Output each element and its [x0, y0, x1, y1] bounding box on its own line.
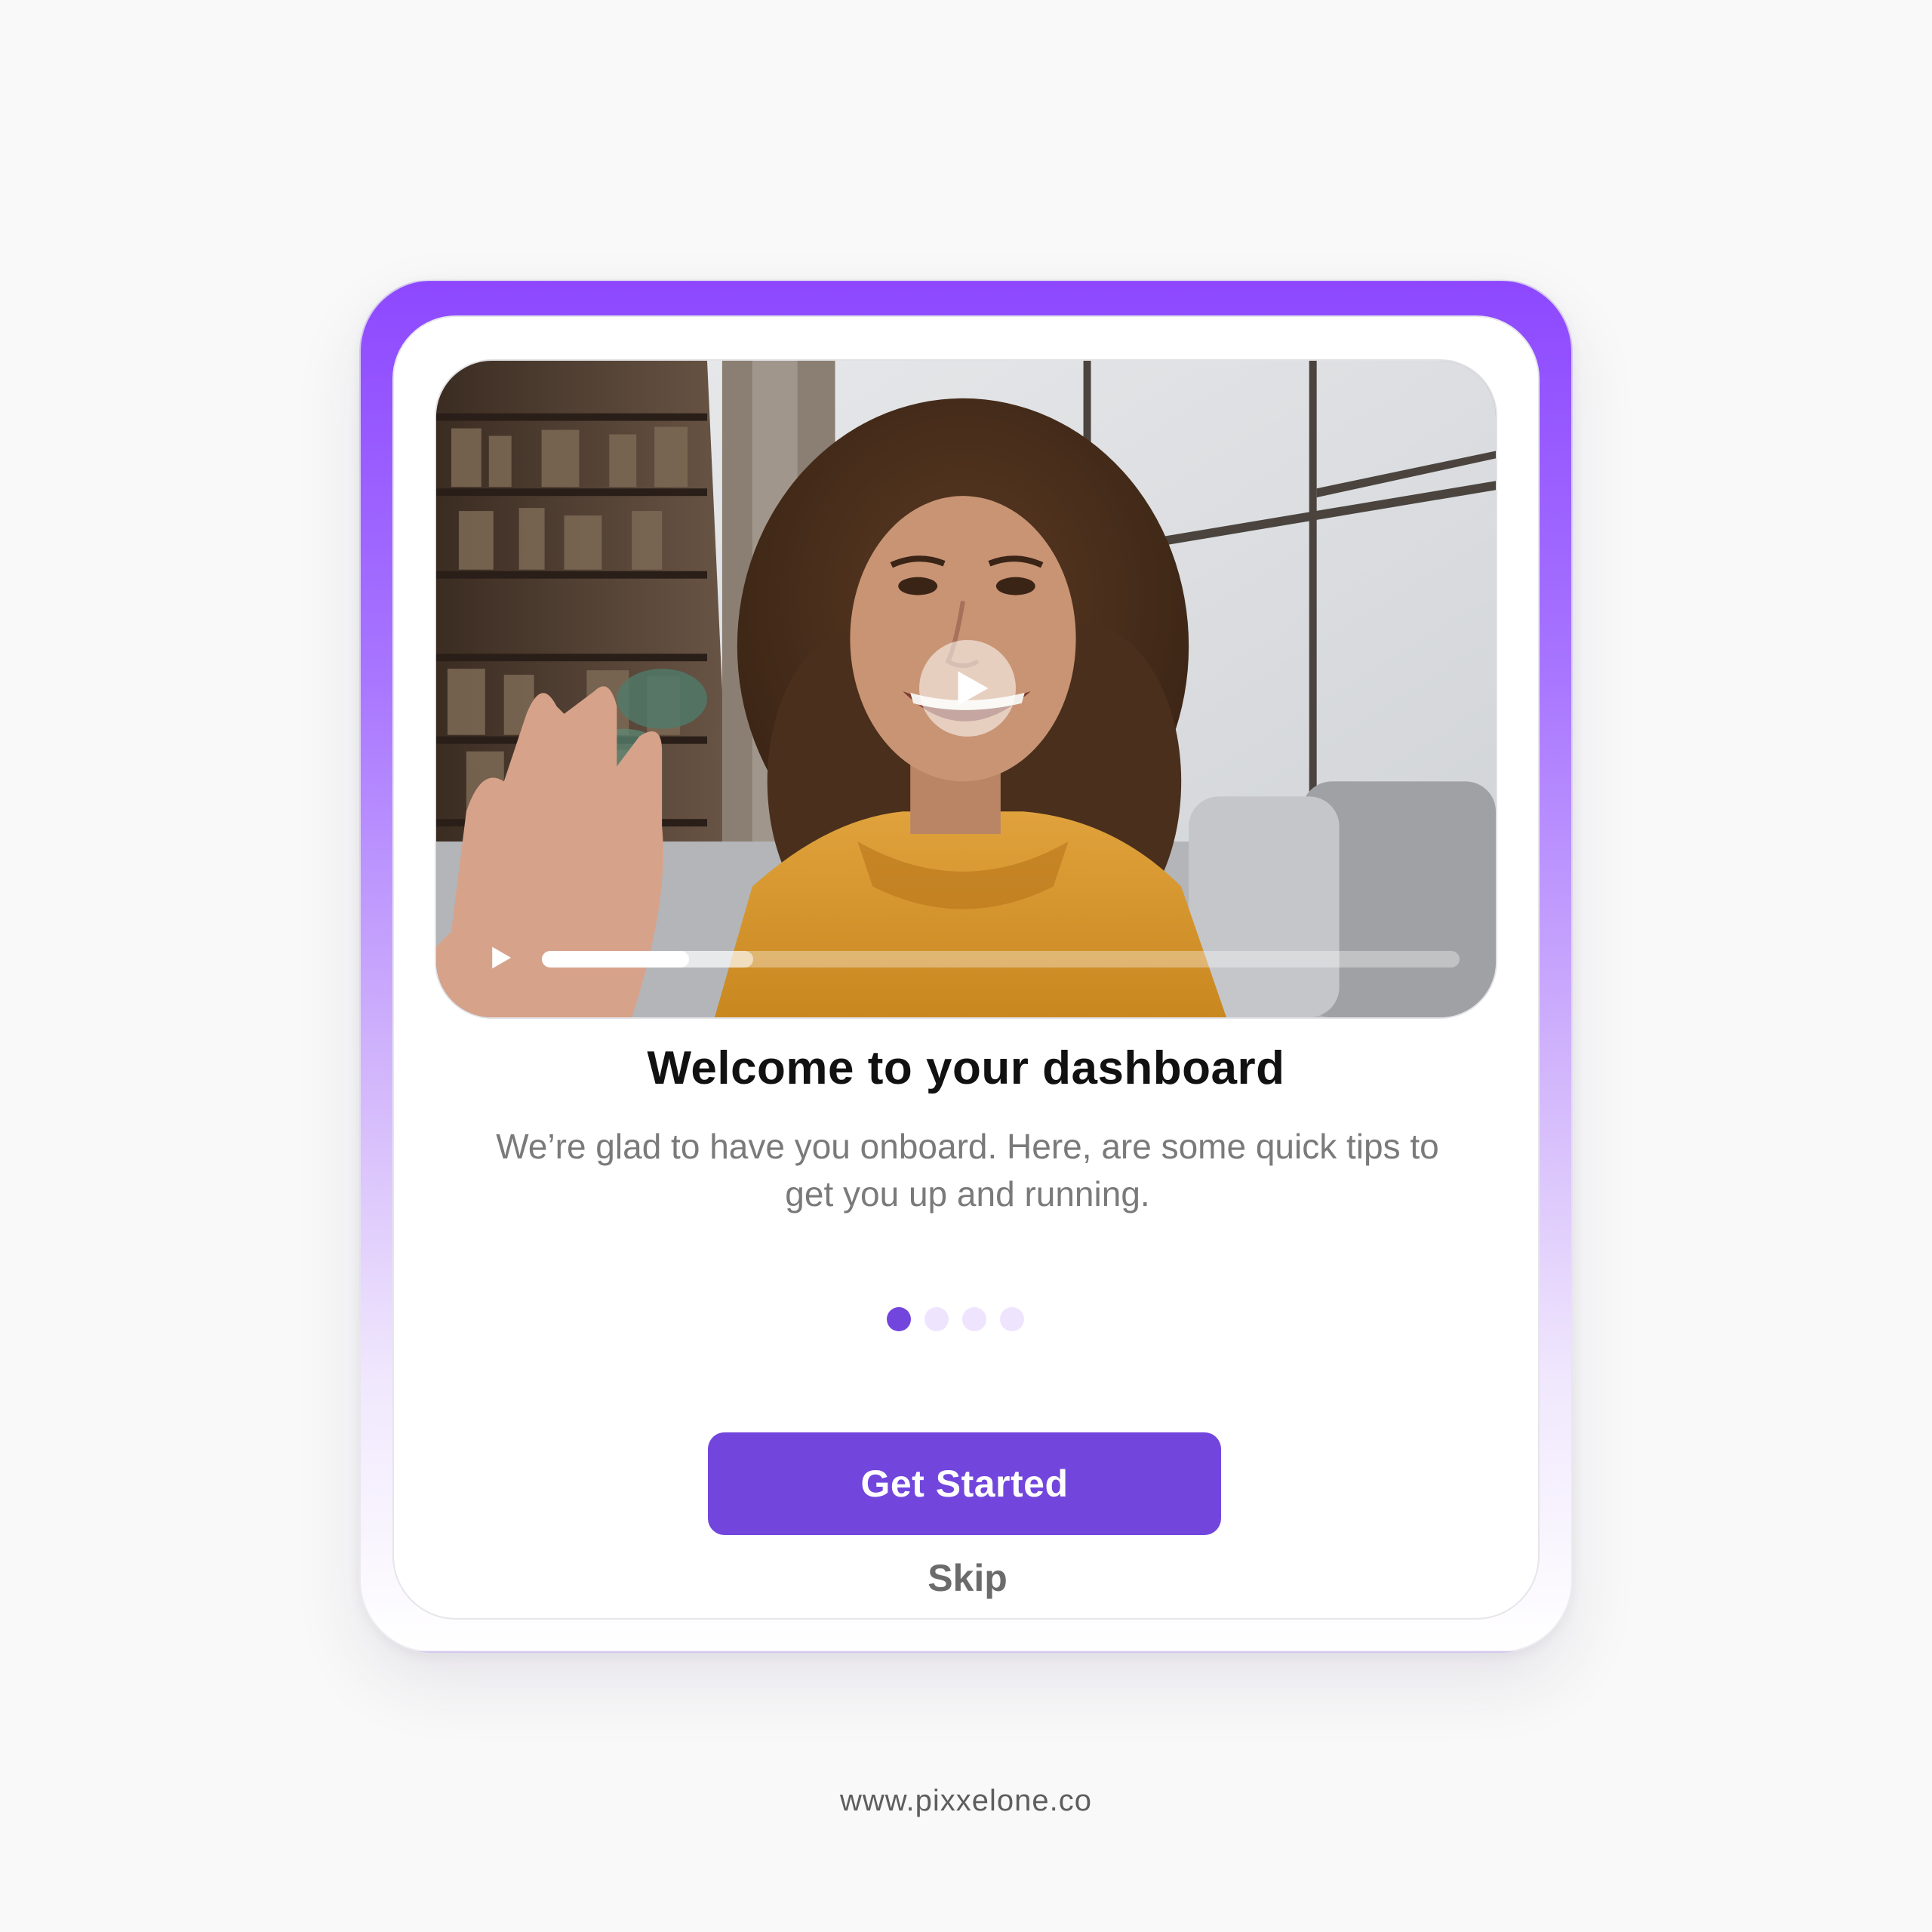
pagination-dots [394, 1307, 1527, 1331]
onboarding-card: Welcome to your dashboard We’re glad to … [392, 315, 1540, 1620]
pagination-dot-1[interactable] [887, 1307, 911, 1331]
footer-url: www.pixxelone.co [840, 1784, 1092, 1817]
video-played-fill [542, 951, 689, 968]
welcome-title: Welcome to your dashboard [647, 1042, 1285, 1094]
skip-link[interactable]: Skip [817, 1556, 1118, 1600]
welcome-description: We’re glad to have you onboard. Here, ar… [496, 1127, 1439, 1214]
pagination-dot-4[interactable] [1000, 1307, 1024, 1331]
page: Welcome to your dashboard We’re glad to … [0, 0, 1932, 1932]
pagination-dot-3[interactable] [962, 1307, 986, 1331]
play-icon[interactable] [489, 945, 513, 971]
onboarding-card-frame: Welcome to your dashboard We’re glad to … [359, 279, 1573, 1653]
play-icon [958, 671, 989, 706]
video-progress-bar[interactable] [542, 951, 1460, 968]
get-started-button[interactable]: Get Started [708, 1432, 1221, 1535]
video-controls [489, 942, 1463, 972]
pagination-dot-2[interactable] [924, 1307, 949, 1331]
video-play-button[interactable] [919, 640, 1016, 737]
welcome-video[interactable] [435, 359, 1497, 1019]
